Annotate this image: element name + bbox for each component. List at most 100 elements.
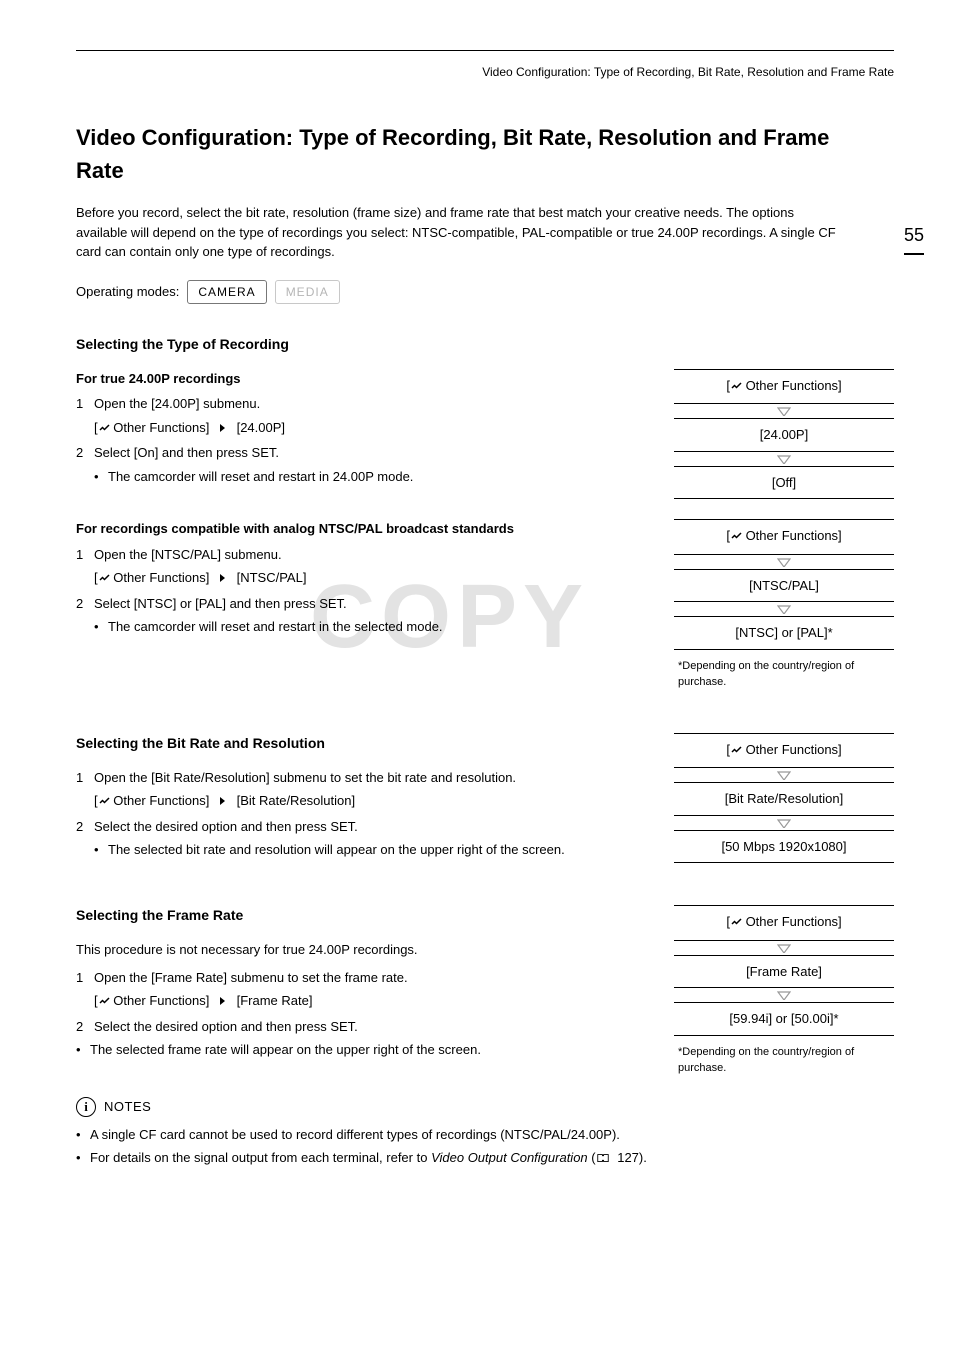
step-bullet: The camcorder will reset and restart in … [94, 617, 644, 637]
menu-label: Other Functions] [110, 793, 210, 808]
menu-box: [50 Mbps 1920x1080] [674, 830, 894, 864]
notes-label: NOTES [104, 1097, 151, 1117]
step-ntscpal-1: 1 Open the [NTSC/PAL] submenu. [76, 545, 644, 565]
menu-link-arrow [674, 452, 894, 466]
menu-box: [NTSC] or [PAL]* [674, 616, 894, 650]
wrench-icon [730, 914, 742, 934]
notes-header: i NOTES [76, 1097, 894, 1117]
page-number: 55 [904, 222, 924, 255]
menu-stack-ntscpal: [ Other Functions] [NTSC/PAL] [NTSC] or … [674, 519, 894, 691]
wrench-icon [730, 742, 742, 762]
menu-box: [ Other Functions] [674, 905, 894, 941]
step-bitrate-2: 2 Select the desired option and then pre… [76, 817, 644, 837]
menu-label: [Bit Rate/Resolution] [237, 793, 356, 808]
chevron-right-icon [217, 420, 229, 440]
menu-link-arrow [674, 555, 894, 569]
wrench-icon [98, 570, 110, 590]
menu-label: Other Functions] [110, 570, 210, 585]
step-number: 1 [76, 768, 83, 788]
menu-path-framerate: [ Other Functions] [Frame Rate] [94, 991, 644, 1013]
menu-box: [ Other Functions] [674, 369, 894, 405]
step-number: 2 [76, 443, 83, 463]
wrench-icon [98, 793, 110, 813]
menu-link-arrow [674, 404, 894, 418]
page-title: Video Configuration: Type of Recording, … [76, 121, 854, 187]
step-bullet: The camcorder will reset and restart in … [94, 467, 644, 487]
step-text: Open the [NTSC/PAL] submenu. [94, 547, 282, 562]
menu-link-arrow [674, 768, 894, 782]
menu-box: [ Other Functions] [674, 519, 894, 555]
notes-link-text: Video Output Configuration [431, 1150, 588, 1165]
step-text: Select [On] and then press SET. [94, 445, 279, 460]
menu-footnote: *Depending on the country/region of purc… [674, 658, 894, 691]
menu-box-label: Other Functions] [742, 378, 842, 393]
notes-text: 127). [614, 1150, 647, 1165]
mode-media-badge: MEDIA [275, 280, 340, 304]
menu-box: [ Other Functions] [674, 733, 894, 769]
menu-footnote: *Depending on the country/region of purc… [674, 1044, 894, 1077]
menu-label: Other Functions] [110, 993, 210, 1008]
section-head-framerate: Selecting the Frame Rate [76, 905, 644, 926]
menu-box: [24.00P] [674, 418, 894, 452]
menu-box: [Off] [674, 466, 894, 500]
menu-box: [Bit Rate/Resolution] [674, 782, 894, 816]
step-number: 1 [76, 545, 83, 565]
menu-stack-framerate: [ Other Functions] [Frame Rate] [59.94i]… [674, 905, 894, 1077]
menu-stack-bitrate: [ Other Functions] [Bit Rate/Resolution]… [674, 733, 894, 864]
notes-text: For details on the signal output from ea… [90, 1150, 431, 1165]
step-framerate-2: 2 Select the desired option and then pre… [76, 1017, 644, 1037]
page-ref-icon [596, 1150, 610, 1170]
step-text: Select the desired option and then press… [94, 819, 358, 834]
step-text: Select the desired option and then press… [94, 1019, 358, 1034]
running-head: Video Configuration: Type of Recording, … [76, 63, 894, 81]
wrench-icon [730, 378, 742, 398]
step-number: 1 [76, 394, 83, 414]
menu-path-ntscpal: [ Other Functions] [NTSC/PAL] [94, 568, 644, 590]
notes-item: For details on the signal output from ea… [76, 1148, 894, 1170]
menu-box-label: Other Functions] [742, 914, 842, 929]
chevron-right-icon [217, 993, 229, 1013]
menu-box: [Frame Rate] [674, 955, 894, 989]
step-24p-1: 1 Open the [24.00P] submenu. [76, 394, 644, 414]
step-bitrate-1: 1 Open the [Bit Rate/Resolution] submenu… [76, 768, 644, 788]
section-head-type: Selecting the Type of Recording [76, 334, 894, 355]
menu-box: [59.94i] or [50.00i]* [674, 1002, 894, 1036]
step-text: Open the [24.00P] submenu. [94, 396, 260, 411]
chevron-right-icon [217, 793, 229, 813]
step-number: 1 [76, 968, 83, 988]
step-number: 2 [76, 594, 83, 614]
menu-stack-24p: [ Other Functions] [24.00P] [Off] [674, 369, 894, 500]
chevron-right-icon [217, 570, 229, 590]
framerate-outer-bullet: The selected frame rate will appear on t… [76, 1040, 644, 1060]
menu-label: [NTSC/PAL] [237, 570, 307, 585]
framerate-note: This procedure is not necessary for true… [76, 940, 644, 960]
wrench-icon [98, 993, 110, 1013]
step-bullet: The selected bit rate and resolution wil… [94, 840, 644, 860]
operating-modes-label: Operating modes: [76, 282, 179, 302]
step-ntscpal-2: 2 Select [NTSC] or [PAL] and then press … [76, 594, 644, 614]
section-head-bitrate: Selecting the Bit Rate and Resolution [76, 733, 644, 754]
menu-link-arrow [674, 816, 894, 830]
subhead-24p: For true 24.00P recordings [76, 369, 644, 389]
menu-link-arrow [674, 602, 894, 616]
wrench-icon [730, 528, 742, 548]
menu-path-24p: [ Other Functions] [24.00P] [94, 418, 644, 440]
menu-link-arrow [674, 941, 894, 955]
step-text: Open the [Bit Rate/Resolution] submenu t… [94, 770, 516, 785]
notes-list: A single CF card cannot be used to recor… [76, 1125, 894, 1170]
mode-camera-badge: CAMERA [187, 280, 266, 304]
notes-text: ( [588, 1150, 596, 1165]
step-text: Select [NTSC] or [PAL] and then press SE… [94, 596, 347, 611]
menu-label: Other Functions] [110, 420, 210, 435]
menu-box-label: Other Functions] [742, 528, 842, 543]
menu-link-arrow [674, 988, 894, 1002]
menu-path-bitrate: [ Other Functions] [Bit Rate/Resolution] [94, 791, 644, 813]
operating-modes: Operating modes: CAMERA MEDIA [76, 280, 894, 304]
intro-paragraph: Before you record, select the bit rate, … [76, 203, 844, 262]
menu-box: [NTSC/PAL] [674, 569, 894, 603]
menu-label: [24.00P] [237, 420, 285, 435]
step-number: 2 [76, 1017, 83, 1037]
menu-label: [Frame Rate] [237, 993, 313, 1008]
step-number: 2 [76, 817, 83, 837]
notes-item: A single CF card cannot be used to recor… [76, 1125, 894, 1145]
